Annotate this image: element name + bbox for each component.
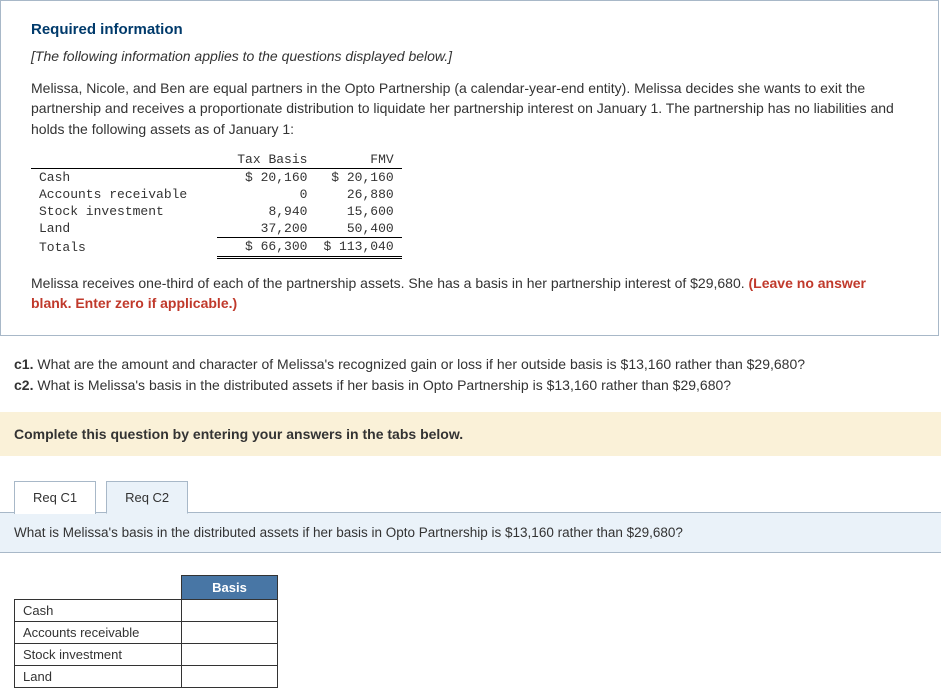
- col-header-tax: Tax Basis: [217, 151, 315, 169]
- applies-note: [The following information applies to th…: [31, 48, 908, 64]
- active-sub-question: What is Melissa's basis in the distribut…: [0, 512, 941, 553]
- scenario-text: Melissa receives one-third of each of th…: [31, 275, 749, 291]
- answer-row-label: Accounts receivable: [15, 622, 182, 644]
- cell-value: 8,940: [217, 203, 315, 220]
- answer-row-label: Cash: [15, 600, 182, 622]
- row-label: Stock investment: [31, 203, 217, 220]
- col-header-fmv: FMV: [315, 151, 401, 169]
- instruction-bar: Complete this question by entering your …: [0, 412, 941, 456]
- scenario-paragraph-1: Melissa, Nicole, and Ben are equal partn…: [31, 78, 908, 139]
- question-text-c1: What are the amount and character of Mel…: [33, 356, 805, 372]
- tab-req-c2[interactable]: Req C2: [106, 481, 188, 514]
- answer-table: Basis Cash Accounts receivable Stock inv…: [14, 575, 278, 688]
- question-text-c2: What is Melissa's basis in the distribut…: [33, 377, 731, 393]
- cell-value: $ 66,300: [217, 237, 315, 257]
- table-row: Land: [15, 666, 278, 688]
- section-heading: Required information: [31, 21, 908, 38]
- answer-area: Basis Cash Accounts receivable Stock inv…: [0, 553, 941, 688]
- cell-value: 50,400: [315, 220, 401, 238]
- cell-value: 15,600: [315, 203, 401, 220]
- asset-table: Tax Basis FMV Cash $ 20,160 $ 20,160 Acc…: [31, 151, 402, 259]
- question-label-c2: c2.: [14, 377, 33, 393]
- basis-input-ar[interactable]: [182, 622, 277, 643]
- question-container: Required information [The following info…: [0, 0, 939, 336]
- table-row: Stock investment 8,940 15,600: [31, 203, 402, 220]
- problem-statement: Required information [The following info…: [1, 1, 938, 335]
- cell-value: $ 20,160: [217, 168, 315, 186]
- tab-navigation: Req C1 Req C2: [0, 456, 941, 513]
- scenario-paragraph-2: Melissa receives one-third of each of th…: [31, 273, 908, 314]
- row-label: Accounts receivable: [31, 186, 217, 203]
- answer-row-label: Stock investment: [15, 644, 182, 666]
- question-label-c1: c1.: [14, 356, 33, 372]
- basis-input-stock[interactable]: [182, 644, 277, 665]
- table-row: Land 37,200 50,400: [31, 220, 402, 238]
- answer-row-label: Land: [15, 666, 182, 688]
- row-label: Totals: [31, 237, 217, 257]
- sub-questions: c1. What are the amount and character of…: [0, 336, 941, 412]
- basis-input-land[interactable]: [182, 666, 277, 687]
- table-row: Cash: [15, 600, 278, 622]
- table-row: Accounts receivable: [15, 622, 278, 644]
- row-label: Cash: [31, 168, 217, 186]
- table-row: Accounts receivable 0 26,880: [31, 186, 402, 203]
- cell-value: $ 113,040: [315, 237, 401, 257]
- cell-value: 26,880: [315, 186, 401, 203]
- cell-value: 37,200: [217, 220, 315, 238]
- cell-value: $ 20,160: [315, 168, 401, 186]
- cell-value: 0: [217, 186, 315, 203]
- answer-col-header: Basis: [182, 576, 278, 600]
- totals-row: Totals $ 66,300 $ 113,040: [31, 237, 402, 257]
- table-row: Stock investment: [15, 644, 278, 666]
- row-label: Land: [31, 220, 217, 238]
- table-row: Cash $ 20,160 $ 20,160: [31, 168, 402, 186]
- tab-req-c1[interactable]: Req C1: [14, 481, 96, 514]
- corner-cell: [15, 576, 182, 600]
- basis-input-cash[interactable]: [182, 600, 277, 621]
